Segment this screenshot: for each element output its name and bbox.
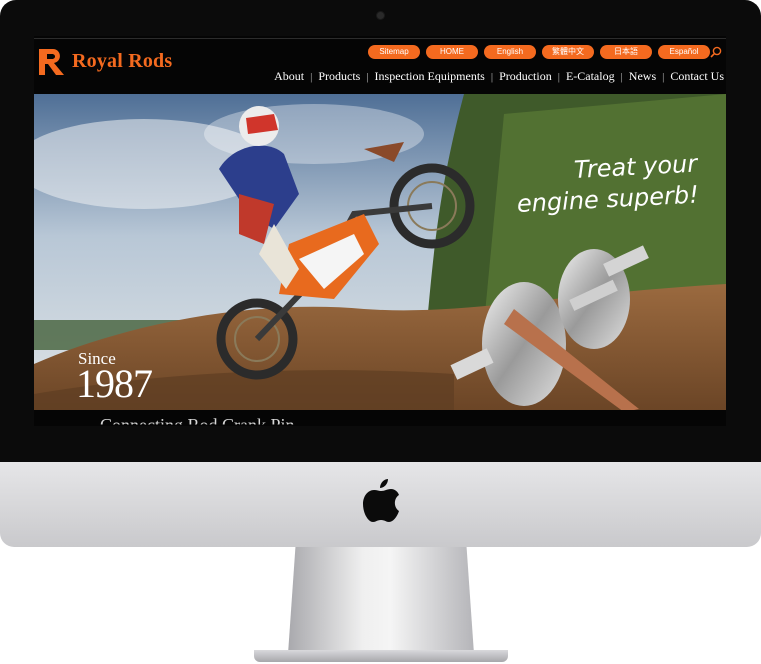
- nav-products[interactable]: Products: [318, 69, 360, 84]
- brand-name[interactable]: Royal Rods: [72, 50, 172, 73]
- nav-separator: |: [557, 70, 560, 83]
- camera-dot: [377, 12, 384, 19]
- main-nav: About | Products | Inspection Equipments…: [274, 69, 724, 84]
- top-link-bar: Sitemap HOME English 繁體中文 日本語 Español: [368, 45, 710, 59]
- monitor-chin: [0, 462, 761, 547]
- nav-about[interactable]: About: [274, 69, 304, 84]
- since-year: 1987: [76, 361, 153, 406]
- spanish-link[interactable]: Español: [658, 45, 710, 59]
- nav-contact-us[interactable]: Contact Us: [670, 69, 724, 84]
- nav-separator: |: [490, 70, 494, 83]
- monitor-stand: [288, 547, 474, 654]
- home-link[interactable]: HOME: [426, 45, 478, 59]
- nav-production[interactable]: Production: [499, 69, 552, 84]
- nav-separator: |: [662, 70, 665, 83]
- hero-slogan: Treat your engine superb!: [487, 149, 700, 222]
- english-link[interactable]: English: [484, 45, 536, 59]
- monitor-stand-foot: [254, 650, 508, 662]
- search-icon[interactable]: [710, 46, 722, 58]
- apple-logo-icon: [363, 479, 399, 522]
- nav-separator: |: [310, 70, 313, 83]
- imac-monitor: Royal Rods Sitemap HOME English 繁體中文 日本語…: [0, 0, 761, 547]
- sitemap-link[interactable]: Sitemap: [368, 45, 420, 59]
- top-divider: [34, 38, 726, 39]
- monitor-bezel: Royal Rods Sitemap HOME English 繁體中文 日本語…: [0, 0, 761, 462]
- partial-section-heading: Connecting Rod Crank Pin: [100, 415, 295, 426]
- nav-separator: |: [366, 70, 369, 83]
- hero-banner[interactable]: Treat your engine superb! Since 1987: [34, 94, 726, 410]
- website-screen: Royal Rods Sitemap HOME English 繁體中文 日本語…: [34, 36, 726, 426]
- nav-news[interactable]: News: [629, 69, 656, 84]
- nav-inspection-equipments[interactable]: Inspection Equipments: [375, 69, 485, 84]
- nav-e-catalog[interactable]: E-Catalog: [566, 69, 615, 84]
- traditional-chinese-link[interactable]: 繁體中文: [542, 45, 594, 59]
- nav-separator: |: [620, 70, 623, 83]
- royal-rods-logo-icon[interactable]: [37, 47, 67, 77]
- japanese-link[interactable]: 日本語: [600, 45, 652, 59]
